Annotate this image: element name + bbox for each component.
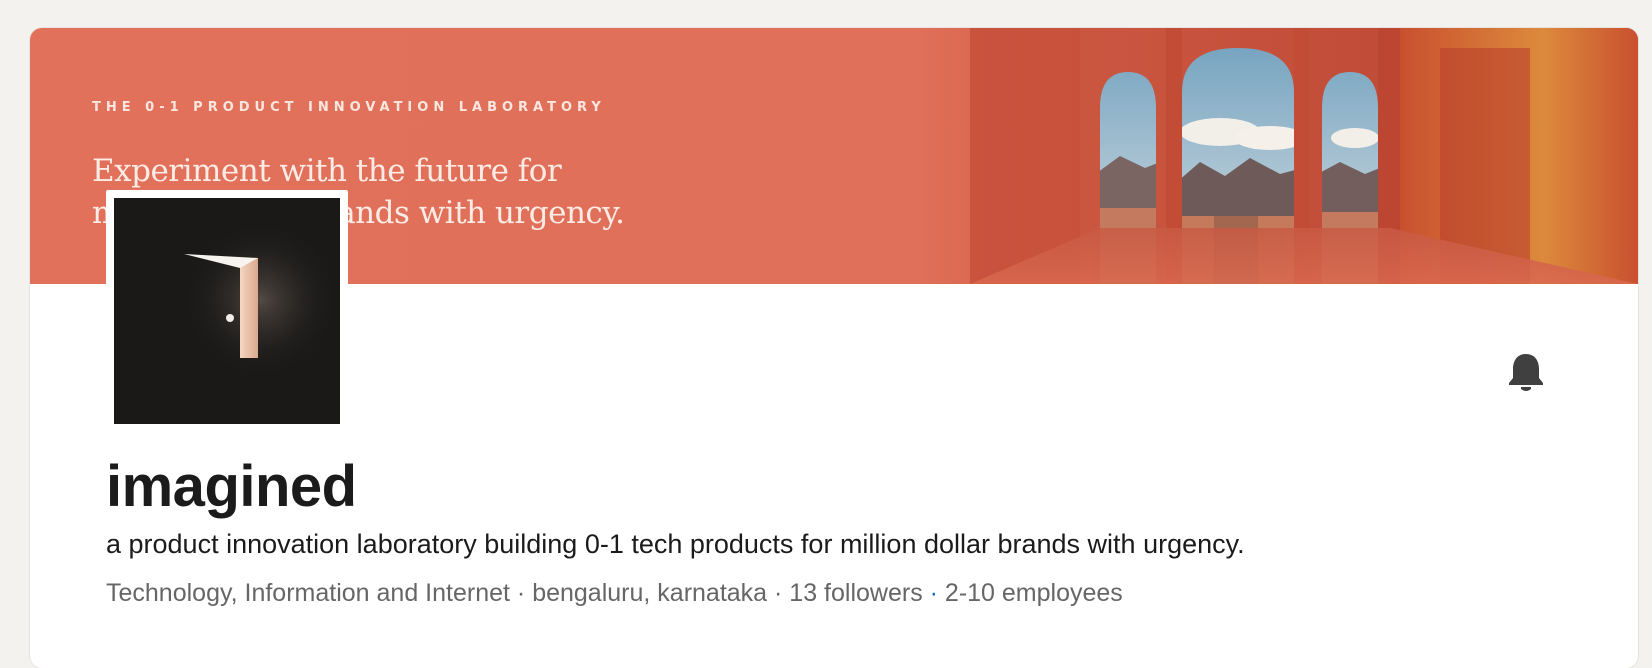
industry-text: Technology, Information and Internet [106, 579, 510, 607]
company-meta: Technology, Information and Internet · b… [106, 576, 1123, 610]
bell-icon [1509, 354, 1543, 391]
banner-arches-artwork [970, 28, 1638, 284]
followers-link[interactable]: 13 followers [789, 579, 922, 607]
location-text: bengaluru, karnataka [532, 579, 768, 607]
company-logo-frame[interactable] [106, 190, 348, 432]
notification-bell-button[interactable] [1506, 352, 1546, 392]
meta-separator: · [922, 579, 945, 607]
door-logo-icon [114, 198, 340, 424]
company-tagline: a product innovation laboratory building… [106, 529, 1245, 559]
employees-link[interactable]: 2-10 employees [945, 579, 1123, 607]
company-profile-card: THE 0-1 PRODUCT INNOVATION LABORATORY Ex… [30, 28, 1638, 668]
company-logo [114, 198, 340, 424]
meta-separator: · [767, 579, 790, 607]
company-name: imagined [106, 454, 357, 519]
banner-tagline: THE 0-1 PRODUCT INNOVATION LABORATORY [92, 100, 606, 115]
banner-headline-line1: Experiment with the future for [92, 153, 562, 189]
meta-separator: · [509, 579, 533, 607]
